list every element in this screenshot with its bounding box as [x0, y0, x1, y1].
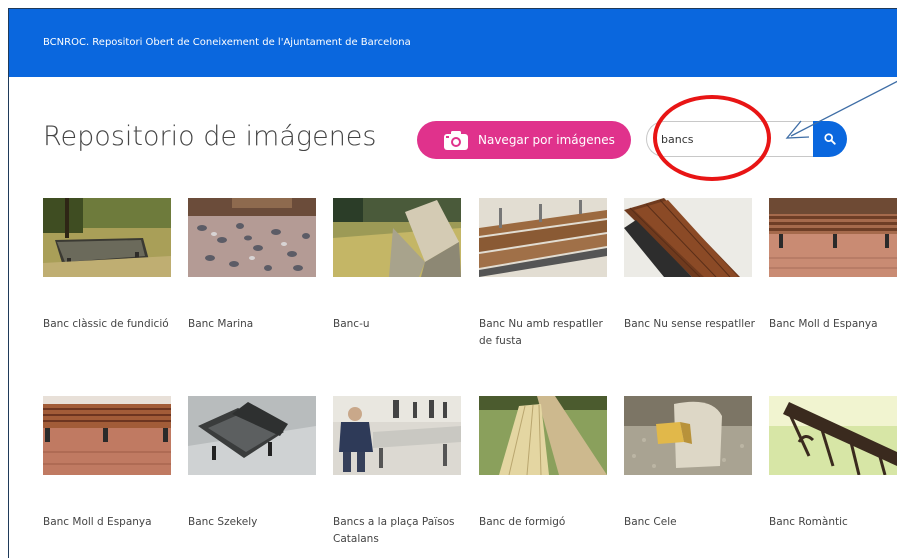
result-thumbnail[interactable]: [479, 396, 607, 476]
result-title[interactable]: Banc Romàntic: [769, 514, 897, 531]
result-card[interactable]: Banc Moll d Espanya: [769, 198, 897, 330]
result-card[interactable]: Banc Marina: [188, 198, 318, 330]
result-title[interactable]: Banc Nu amb respatller de fusta: [479, 316, 614, 350]
page-frame: BCNROC. Repositori Obert de Coneixement …: [8, 8, 897, 558]
result-thumbnail[interactable]: [769, 198, 897, 277]
result-title[interactable]: Banc clàssic de fundició: [43, 316, 178, 333]
browse-images-button[interactable]: Navegar por imágenes: [417, 121, 631, 159]
result-card[interactable]: Banc Cele: [624, 396, 754, 528]
site-title[interactable]: BCNROC. Repositori Obert de Coneixement …: [43, 37, 411, 48]
result-title[interactable]: Banc-u: [333, 316, 468, 333]
page-title: Repositorio de imágenes: [43, 121, 377, 152]
search-box: [646, 121, 847, 159]
result-title[interactable]: Banc Cele: [624, 514, 759, 531]
result-card[interactable]: Banc Moll d Espanya: [43, 396, 173, 528]
result-thumbnail[interactable]: [188, 198, 316, 277]
result-thumbnail[interactable]: [43, 396, 171, 475]
result-card[interactable]: Banc Szekely: [188, 396, 318, 528]
result-title[interactable]: Banc Moll d Espanya: [43, 514, 178, 531]
result-title[interactable]: Banc de formigó: [479, 514, 614, 531]
result-title[interactable]: Banc Moll d Espanya: [769, 316, 897, 333]
result-card[interactable]: Banc clàssic de fundició: [43, 198, 173, 330]
result-title[interactable]: Banc Szekely: [188, 514, 323, 531]
result-card[interactable]: Banc Nu sense respatller: [624, 198, 755, 330]
camera-icon: [444, 131, 468, 150]
search-input[interactable]: [646, 121, 814, 157]
browse-images-label: Navegar por imágenes: [478, 133, 615, 147]
search-icon: [824, 133, 836, 145]
result-thumbnail[interactable]: [624, 396, 752, 475]
result-title[interactable]: Bancs a la plaça Països Catalans: [333, 514, 468, 548]
result-card[interactable]: Banc-u: [333, 198, 463, 330]
result-thumbnail[interactable]: [333, 396, 461, 475]
result-title[interactable]: Banc Marina: [188, 316, 323, 333]
result-thumbnail[interactable]: [333, 198, 461, 277]
search-button[interactable]: [813, 121, 847, 157]
result-card[interactable]: Banc Romàntic: [769, 396, 897, 528]
result-thumbnail[interactable]: [43, 198, 171, 277]
result-title[interactable]: Banc Nu sense respatller: [624, 316, 759, 333]
result-card[interactable]: Banc Nu amb respatller de fusta: [479, 198, 609, 347]
result-thumbnail[interactable]: [769, 396, 897, 476]
result-thumbnail[interactable]: [479, 198, 607, 277]
result-thumbnail[interactable]: [188, 396, 316, 475]
result-thumbnail[interactable]: [624, 198, 752, 278]
result-card[interactable]: Bancs a la plaça Països Catalans: [333, 396, 463, 545]
result-card[interactable]: Banc de formigó: [479, 396, 609, 528]
site-header: BCNROC. Repositori Obert de Coneixement …: [9, 9, 897, 77]
